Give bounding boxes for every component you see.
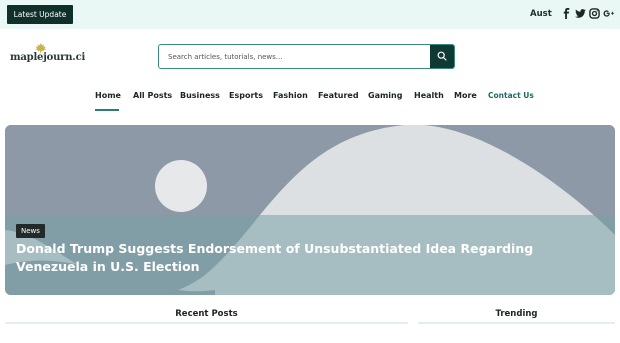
nav-item-all-posts[interactable]: All Posts bbox=[133, 91, 172, 100]
nav-item-home[interactable]: Home bbox=[95, 91, 121, 100]
logo-text: maplejourn.ci bbox=[10, 52, 86, 63]
instagram-icon[interactable] bbox=[589, 8, 600, 19]
search-button[interactable] bbox=[430, 45, 454, 68]
top-bar: Latest Update Aust bbox=[0, 0, 620, 29]
trending-divider bbox=[418, 322, 615, 324]
nav-item-fashion[interactable]: Fashion bbox=[273, 91, 308, 100]
news-ticker[interactable]: Aust bbox=[530, 9, 552, 19]
nav-item-esports[interactable]: Esports bbox=[229, 91, 263, 100]
trending-heading: Trending bbox=[495, 309, 538, 319]
category-badge[interactable]: News bbox=[16, 224, 45, 238]
nav-item-business[interactable]: Business bbox=[180, 91, 220, 100]
google-plus-icon[interactable] bbox=[603, 8, 614, 19]
hero-featured-post[interactable]: News Donald Trump Suggests Endorsement o… bbox=[5, 125, 615, 295]
hero-title[interactable]: Donald Trump Suggests Endorsement of Uns… bbox=[16, 240, 596, 276]
search-bar bbox=[158, 44, 455, 69]
recent-posts-divider bbox=[5, 322, 408, 324]
site-logo[interactable]: maplejourn.ci bbox=[10, 43, 85, 67]
nav-item-more[interactable]: More bbox=[454, 91, 477, 100]
search-input[interactable] bbox=[159, 45, 429, 68]
nav-item-health[interactable]: Health bbox=[414, 91, 444, 100]
nav-item-gaming[interactable]: Gaming bbox=[368, 91, 402, 100]
twitter-icon[interactable] bbox=[575, 8, 586, 19]
nav-item-featured[interactable]: Featured bbox=[318, 91, 359, 100]
recent-posts-heading: Recent Posts bbox=[175, 309, 238, 319]
latest-update-button[interactable]: Latest Update bbox=[7, 5, 73, 24]
facebook-icon[interactable] bbox=[561, 8, 572, 19]
active-nav-indicator bbox=[95, 109, 119, 111]
search-icon bbox=[437, 51, 447, 61]
nav-item-contact-us[interactable]: Contact Us bbox=[488, 91, 534, 100]
